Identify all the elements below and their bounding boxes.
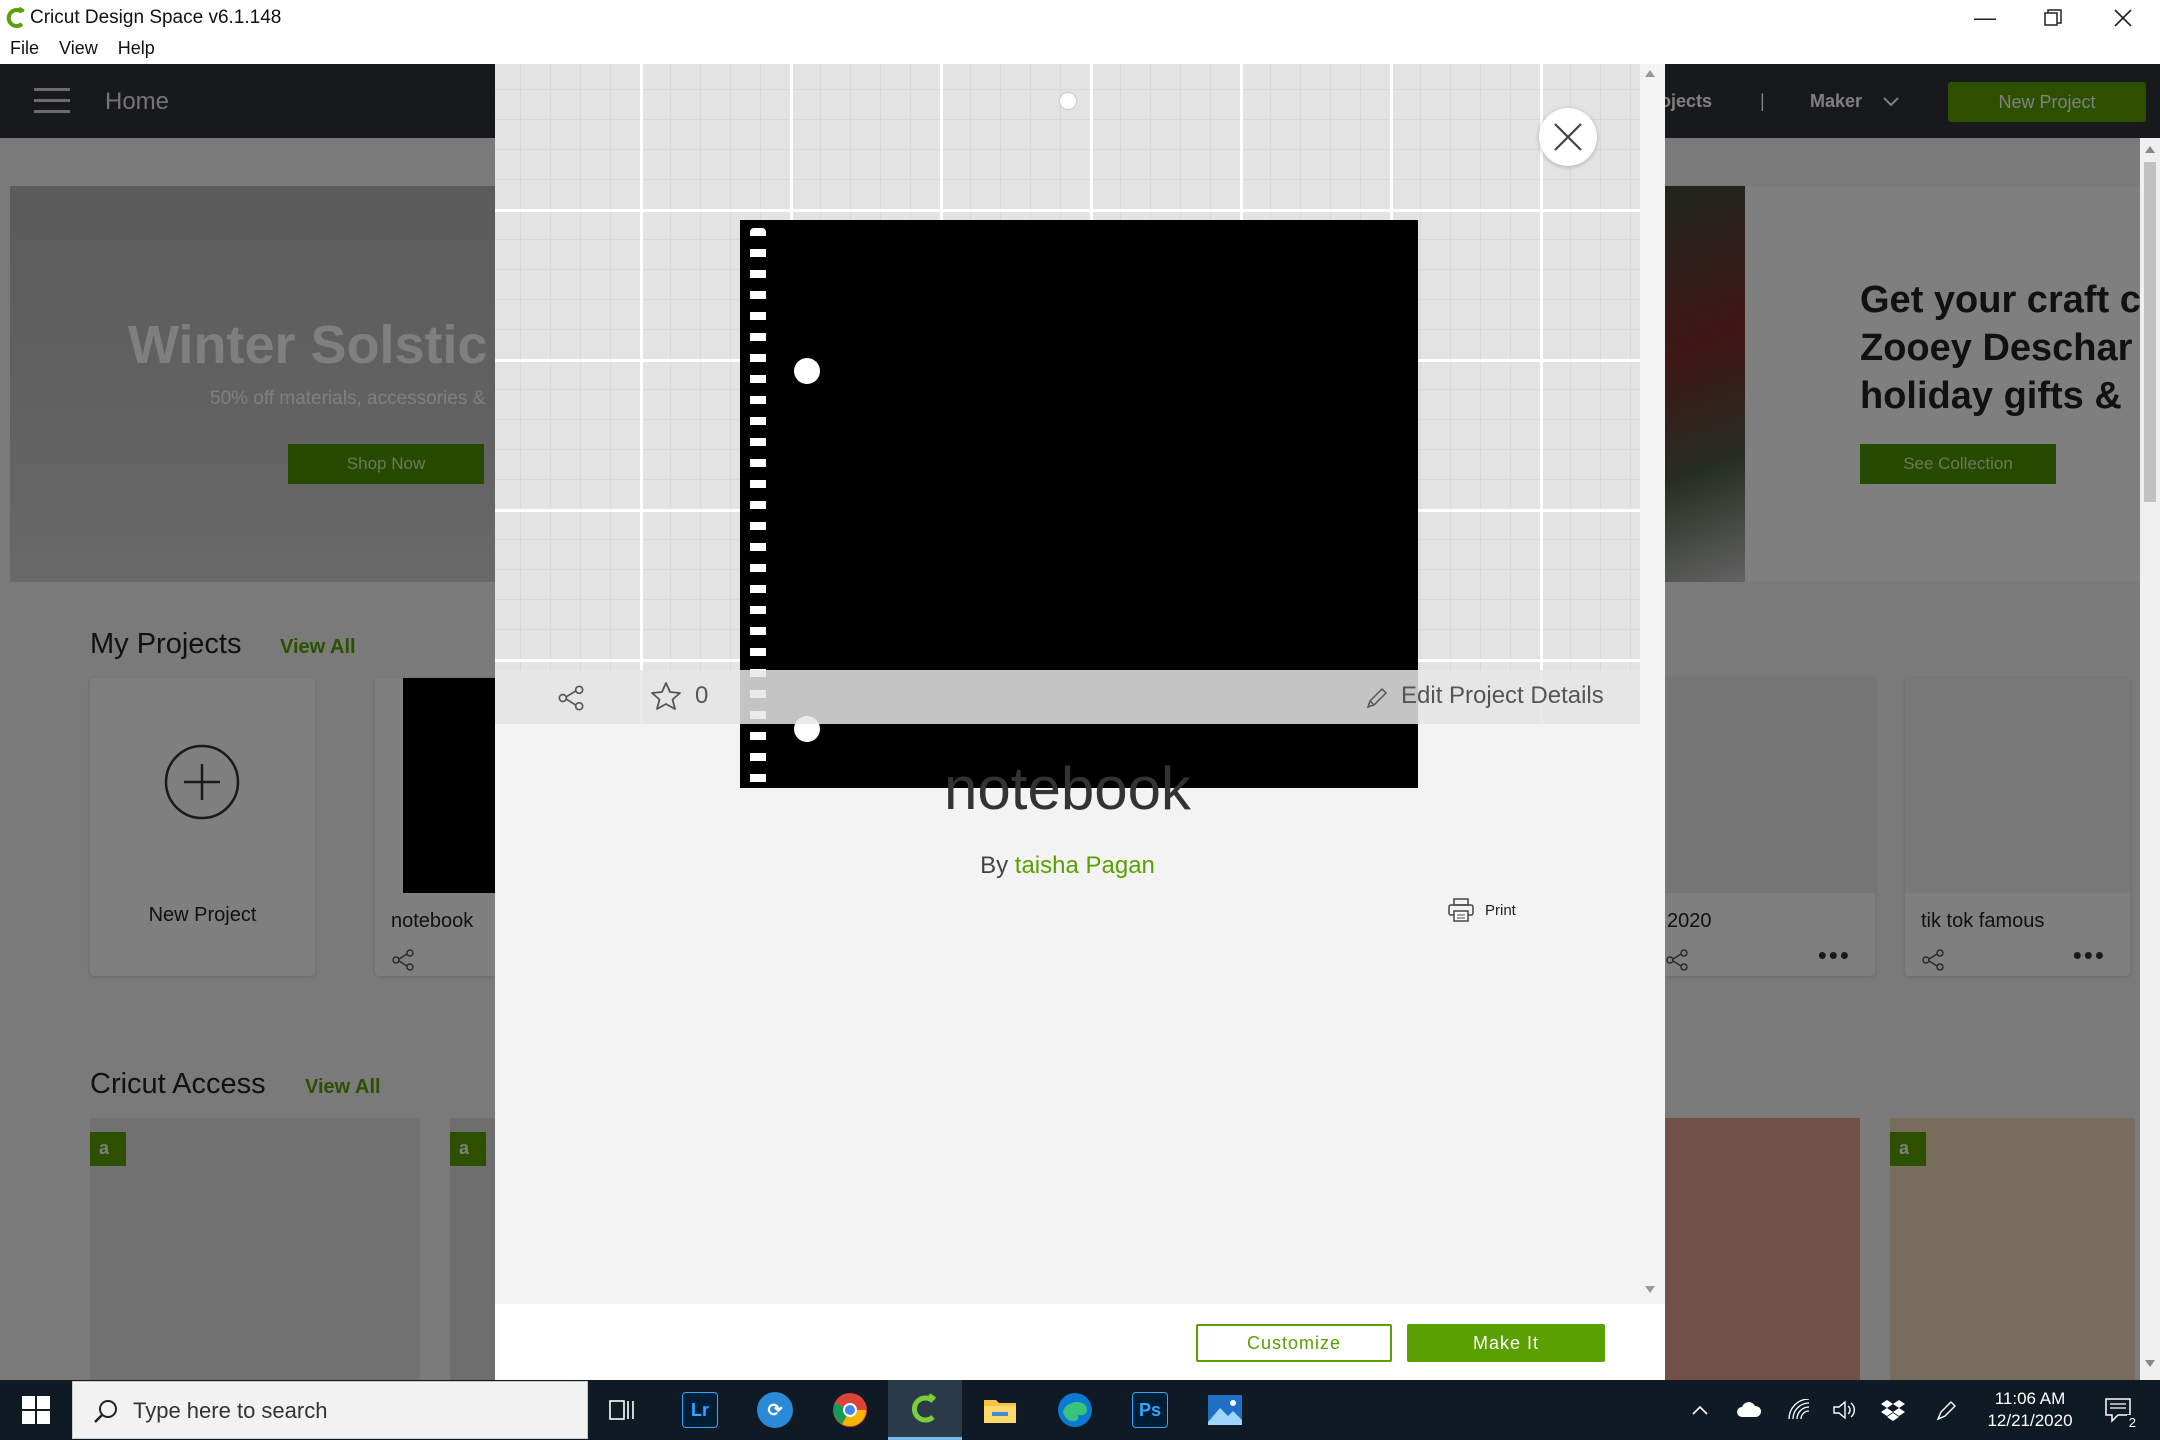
customize-button[interactable]: Customize [1196,1324,1392,1362]
notification-center[interactable]: 2 [2096,1380,2142,1440]
project-preview-modal: 0 Edit Project Details notebook By taish… [495,64,1665,1380]
app-circle-icon: ⟳ [757,1392,793,1428]
menu-view[interactable]: View [49,36,108,64]
photos-icon [1208,1395,1242,1425]
page-scrollbar[interactable] [2140,138,2160,1380]
canvas-marker [1059,92,1077,110]
windows-taskbar: Type here to search Lr ⟳ Ps 11:06 AM 12/… [0,1380,2160,1440]
scrollbar-thumb[interactable] [2144,162,2156,502]
app-blue[interactable]: ⟳ [738,1380,812,1440]
menu-file[interactable]: File [0,36,49,64]
cricut-app[interactable] [888,1380,962,1440]
make-it-button[interactable]: Make It [1407,1324,1605,1362]
edge-app[interactable] [1038,1380,1112,1440]
menu-bar: File View Help [0,36,2160,64]
volume-tray[interactable] [1828,1380,1862,1440]
project-title: notebook [944,755,1191,822]
clock-time: 11:06 AM [1994,1389,2066,1408]
notification-badge: 2 [2126,1415,2138,1430]
chrome-icon [833,1393,867,1427]
taskbar-search-box[interactable]: Type here to search [72,1381,588,1439]
onedrive-tray[interactable] [1732,1380,1766,1440]
chevron-up-icon [1692,1405,1708,1415]
photoshop-icon: Ps [1132,1392,1168,1428]
cricut-logo-icon [6,6,25,28]
modal-scroll-up[interactable] [1645,70,1655,77]
file-explorer-app[interactable] [963,1380,1037,1440]
by-label: By [980,852,1009,879]
favorites-count: 0 [695,682,709,709]
modal-scroll-down[interactable] [1645,1286,1655,1293]
folder-icon [984,1400,1016,1423]
cricut-icon [912,1392,937,1422]
pen-tray[interactable] [1930,1380,1964,1440]
scroll-down-arrow[interactable] [2145,1360,2155,1367]
lightroom-icon: Lr [682,1392,718,1428]
print-label: Print [1485,901,1516,919]
lightroom-app[interactable]: Lr [663,1380,737,1440]
photoshop-app[interactable]: Ps [1113,1380,1187,1440]
show-hidden-icons[interactable] [1685,1380,1715,1440]
minimize-button[interactable]: — [1950,0,2020,36]
task-view-button[interactable] [586,1380,660,1440]
clock-date: 12/21/2020 [1987,1411,2073,1430]
scroll-up-arrow[interactable] [2145,146,2155,153]
project-author-line: By taisha Pagan [495,852,1640,880]
volume-icon [1833,1400,1855,1420]
taskbar-clock[interactable]: 11:06 AM 12/21/2020 [1970,1388,2090,1432]
dropbox-tray[interactable] [1876,1380,1910,1440]
chrome-app[interactable] [813,1380,887,1440]
share-icon[interactable] [557,684,585,712]
edit-project-details-link[interactable]: Edit Project Details [1401,682,1604,710]
wifi-tray[interactable] [1782,1380,1816,1440]
close-window-button[interactable] [2088,0,2158,36]
author-link[interactable]: taisha Pagan [1015,852,1155,879]
dropbox-icon [1881,1400,1905,1421]
pencil-icon[interactable] [1365,686,1389,710]
edge-icon [1058,1393,1092,1427]
modal-footer: Customize Make It [495,1304,1665,1380]
restore-button[interactable] [2018,0,2088,36]
close-modal-button[interactable] [1539,108,1597,166]
notebook-hole [794,358,820,384]
photos-app[interactable] [1188,1380,1262,1440]
windows-start-icon[interactable] [22,1396,50,1424]
close-icon [1554,123,1582,151]
close-icon [2114,9,2132,27]
restore-icon [2044,9,2062,26]
menu-help[interactable]: Help [108,36,165,64]
project-actions-bar: 0 Edit Project Details [495,670,1640,724]
printer-icon [1448,898,1474,922]
star-icon[interactable] [650,680,682,712]
print-button[interactable]: Print [1447,898,1516,922]
cloud-icon [1737,1402,1762,1417]
wifi-icon [1788,1399,1810,1420]
task-view-icon [609,1400,634,1420]
search-placeholder: Type here to search [133,1398,328,1423]
title-bar: Cricut Design Space v6.1.148 — [0,0,2160,36]
pen-icon [1936,1401,1956,1421]
search-icon [94,1400,117,1423]
window-title: Cricut Design Space v6.1.148 [30,7,282,28]
